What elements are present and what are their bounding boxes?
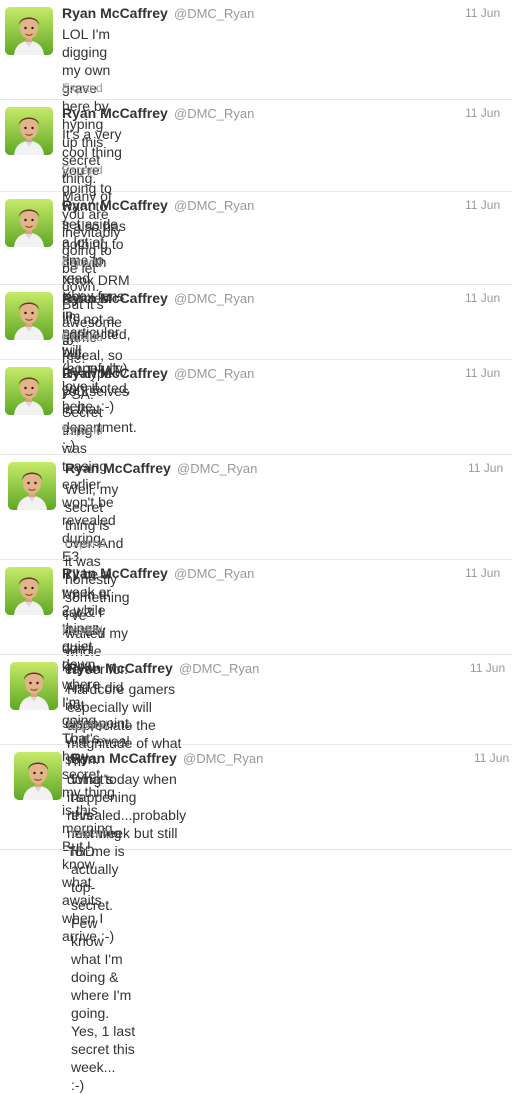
tweet-text: What's happening this morning for me is … [71,770,136,1094]
author-handle[interactable]: @DMC_Ryan [174,6,254,21]
tweet[interactable]: Ryan McCaffrey @DMC_Ryan 11 Jun It also has… [0,192,512,414]
author-name[interactable]: Ryan McCaffrey [65,460,171,476]
avatar[interactable] [5,107,53,155]
expand-link[interactable]: Expand [62,423,103,437]
avatar[interactable] [14,752,62,800]
tweet[interactable]: Ryan McCaffrey @DMC_Ryan 11 Jun Hardcore ga… [0,655,512,859]
tweet-timestamp[interactable]: 11 Jun [465,106,500,120]
author-handle[interactable]: @DMC_Ryan [174,106,254,121]
tweet-timestamp[interactable]: 11 Jun [468,461,503,475]
tweet-timestamp[interactable]: 11 Jun [465,566,500,580]
avatar[interactable] [8,462,56,510]
expand-link[interactable]: Expand [62,330,103,344]
tweet-text-line: What's happening this morning for me is … [71,771,137,931]
author-handle[interactable]: @DMC_Ryan [174,566,254,581]
avatar[interactable] [5,567,53,615]
tweet-timestamp[interactable]: 11 Jun [465,291,500,305]
author-handle[interactable]: @DMC_Ryan [179,661,259,676]
author-name[interactable]: Ryan McCaffrey [62,5,168,21]
tweet[interactable]: Ryan McCaffrey @DMC_Ryan 11 Jun It's a very… [0,100,512,394]
tweet-text-line: :-) [71,1077,85,1093]
tweet-timeline: Ryan McCaffrey @DMC_Ryan 11 Jun LOL I'm dig… [0,0,514,1093]
avatar[interactable] [5,7,53,55]
expand-link[interactable]: Expand [65,536,106,550]
tweet[interactable]: Ryan McCaffrey @DMC_Ryan 11 Jun What's happ… [0,745,512,1093]
expand-link[interactable]: Expand [62,255,103,269]
author-handle[interactable]: @DMC_Ryan [174,198,254,213]
tweet-text-line: know what I'm doing & where I'm going. Y… [71,933,136,1075]
author-name[interactable]: Ryan McCaffrey [62,365,168,381]
author-name[interactable]: Ryan McCaffrey [62,565,168,581]
tweet[interactable]: Ryan McCaffrey @DMC_Ryan 11 Jun LOL I'm dig… [0,0,512,366]
avatar[interactable] [5,367,53,415]
tweet-timestamp[interactable]: 11 Jun [470,661,505,675]
author-handle[interactable]: @DMC_Ryan [183,751,263,766]
author-name[interactable]: Ryan McCaffrey [71,750,177,766]
author-name[interactable]: Ryan McCaffrey [67,660,173,676]
author-handle[interactable]: @DMC_Ryan [174,291,254,306]
expand-link[interactable]: Expand [62,623,103,637]
tweet[interactable]: Ryan McCaffrey @DMC_Ryan 11 Jun Well, my se… [0,455,512,767]
tweet[interactable]: Ryan McCaffrey @DMC_Ryan 11 Jun PSA: Secret… [0,360,512,672]
author-handle[interactable]: @DMC_Ryan [177,461,257,476]
author-name[interactable]: Ryan McCaffrey [62,105,168,121]
tweet-timestamp[interactable]: 11 Jun [465,366,500,380]
expand-link[interactable]: Expand [67,718,108,732]
tweet-timestamp[interactable]: 11 Jun [474,751,509,765]
author-name[interactable]: Ryan McCaffrey [62,290,168,306]
tweet-timestamp[interactable]: 11 Jun [465,6,500,20]
avatar[interactable] [5,292,53,340]
expand-link[interactable]: Expand [62,163,103,177]
tweet-timestamp[interactable]: 11 Jun [465,198,500,212]
tweet[interactable]: Ryan McCaffrey @DMC_Ryan 11 Jun I'm in a ca… [0,560,512,944]
avatar[interactable] [5,199,53,247]
expand-link[interactable]: Expand [71,826,112,840]
avatar[interactable] [10,662,58,710]
author-name[interactable]: Ryan McCaffrey [62,197,168,213]
tweet[interactable]: Ryan McCaffrey @DMC_Ryan 11 Jun It's not a … [0,285,512,453]
author-handle[interactable]: @DMC_Ryan [174,366,254,381]
expand-link[interactable]: Expand [62,81,103,95]
